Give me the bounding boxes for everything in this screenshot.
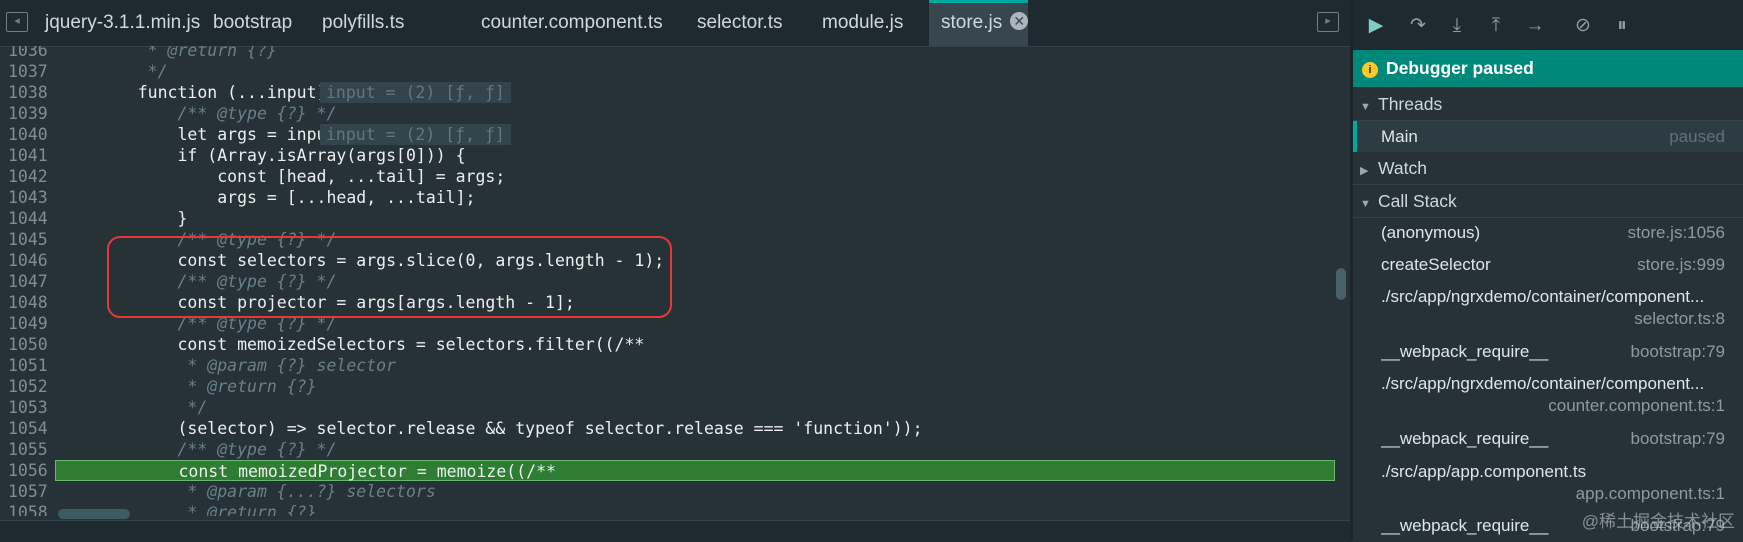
code-line: 1038 function (...input) {input = (2) [ƒ… <box>0 82 1338 103</box>
call-frame[interactable]: __webpack_require__ bootstrap:79 <box>1353 428 1743 458</box>
thread-status: paused <box>1669 127 1725 146</box>
call-frame[interactable]: __webpack_require__ bootstrap:79 <box>1353 341 1743 371</box>
frame-location: selector.ts:8 <box>1634 309 1725 328</box>
horizontal-scrollbar[interactable] <box>58 509 130 519</box>
execution-highlight: const memoizedProjector = memoize((/** <box>55 460 1335 481</box>
code-line: 1040 let args = input; input = (2) [ƒ, ƒ] <box>0 124 1338 145</box>
debugger-sidebar: ▶ ↷ ⤓ ⤒ → ⊘ ⏸ i Debugger paused ▼ Threads … <box>1353 0 1743 541</box>
frame-location: counter.component.ts:1 <box>1548 396 1725 415</box>
frame-name: ./src/app/ngrxdemo/container/component..… <box>1381 287 1705 306</box>
frame-location: bootstrap:79 <box>1630 342 1725 361</box>
tab-module[interactable]: module.js <box>810 0 915 46</box>
paused-banner: i Debugger paused <box>1353 50 1743 87</box>
watch-label: Watch <box>1378 158 1427 178</box>
banner-text: Debugger paused <box>1386 58 1534 78</box>
call-frame[interactable]: createSelector store.js:999 <box>1353 254 1743 284</box>
tab-selector[interactable]: selector.ts <box>685 0 795 46</box>
collapsed-triangle-icon: ▶ <box>1360 165 1369 177</box>
tab-jquery[interactable]: jquery-3.1.1.min.js <box>33 0 212 46</box>
callstack-label: Call Stack <box>1378 191 1457 211</box>
frame-name: ./src/app/ngrxdemo/container/component..… <box>1381 374 1705 393</box>
code-line: 1044 } <box>8 209 188 228</box>
tab-label: store.js <box>941 12 1003 33</box>
inline-value: input = (2) [ƒ, ƒ] <box>320 82 511 103</box>
call-frame[interactable]: ./src/app/ngrxdemo/container/component..… <box>1353 373 1743 417</box>
threads-label: Threads <box>1378 94 1443 114</box>
inline-value: input = (2) [ƒ, ƒ] <box>320 124 511 145</box>
tab-polyfills[interactable]: polyfills.ts <box>310 0 416 46</box>
resume-icon[interactable]: ▶ <box>1363 13 1389 39</box>
call-frame[interactable]: (anonymous) store.js:1056 <box>1353 222 1743 252</box>
tab-bar: ◂ jquery-3.1.1.min.js bootstrap polyfill… <box>0 0 1350 47</box>
callstack-header[interactable]: ▼ Call Stack <box>1353 185 1743 218</box>
toggle-navigator-icon[interactable]: ◂ <box>6 12 28 32</box>
code-line: 1051 * @param {?} selector <box>8 356 397 375</box>
close-tab-icon[interactable]: ✕ <box>1010 12 1029 30</box>
expanded-triangle-icon: ▼ <box>1360 198 1371 210</box>
code-line: 1053 */ <box>8 398 208 417</box>
code-line: 1054 (selector) => selector.release && t… <box>8 419 923 438</box>
code-line: 1050 const memoizedSelectors = selectors… <box>8 335 645 354</box>
info-icon: i <box>1362 62 1378 78</box>
code-line: 1057 * @param {...?} selectors <box>8 482 436 501</box>
call-frame[interactable]: ./src/app/app.component.ts app.component.… <box>1353 461 1743 505</box>
frame-location: store.js:999 <box>1637 255 1725 274</box>
threads-header[interactable]: ▼ Threads <box>1353 88 1743 121</box>
debugger-toolbar: ▶ ↷ ⤓ ⤒ → ⊘ ⏸ <box>1353 0 1743 51</box>
code-line: 1036 * @return {?} <box>8 46 277 60</box>
pause-on-exceptions-icon[interactable]: ⏸ <box>1609 13 1635 39</box>
step-icon[interactable]: → <box>1522 13 1548 39</box>
frame-location: store.js:1056 <box>1627 223 1725 242</box>
frame-location: app.component.ts:1 <box>1575 484 1725 503</box>
tab-bootstrap[interactable]: bootstrap <box>201 0 304 46</box>
tab-store-js[interactable]: store.js ✕ <box>929 0 1029 46</box>
watch-header[interactable]: ▶ Watch <box>1353 152 1743 185</box>
code-line: 1041 if (Array.isArray(args[0])) { <box>8 146 466 165</box>
code-line: 1055 /** @type {?} */ <box>8 440 337 459</box>
expanded-triangle-icon: ▼ <box>1360 101 1371 113</box>
call-frame[interactable]: ./src/app/ngrxdemo/container/component..… <box>1353 286 1743 330</box>
watermark: @稀土掘金技术社区 <box>1581 512 1735 531</box>
vertical-scrollbar[interactable] <box>1336 268 1346 300</box>
frame-location: bootstrap:79 <box>1630 429 1725 448</box>
code-line: 1043 args = [...head, ...tail]; <box>8 188 476 207</box>
annotation-box <box>107 236 672 318</box>
code-line: 1052 * @return {?} <box>8 377 317 396</box>
thread-main[interactable]: Main paused <box>1353 121 1743 152</box>
step-out-icon[interactable]: ⤒ <box>1483 13 1509 39</box>
deactivate-breakpoints-icon[interactable]: ⊘ <box>1570 13 1596 39</box>
status-bar <box>0 520 1350 542</box>
tab-counter-component[interactable]: counter.component.ts <box>469 0 675 46</box>
step-over-icon[interactable]: ↷ <box>1405 13 1431 39</box>
code-line: 1042 const [head, ...tail] = args; <box>8 167 506 186</box>
code-line: 1058 * @return {?} <box>8 503 317 516</box>
step-into-icon[interactable]: ⤓ <box>1444 13 1470 39</box>
toggle-debugger-icon[interactable]: ▸ <box>1317 12 1339 32</box>
code-line: 1039 /** @type {?} */ <box>8 104 337 123</box>
frame-name: ./src/app/app.component.ts <box>1381 462 1587 481</box>
editor-pane: ◂ jquery-3.1.1.min.js bootstrap polyfill… <box>0 0 1350 542</box>
code-line: 1037 */ <box>8 62 168 81</box>
